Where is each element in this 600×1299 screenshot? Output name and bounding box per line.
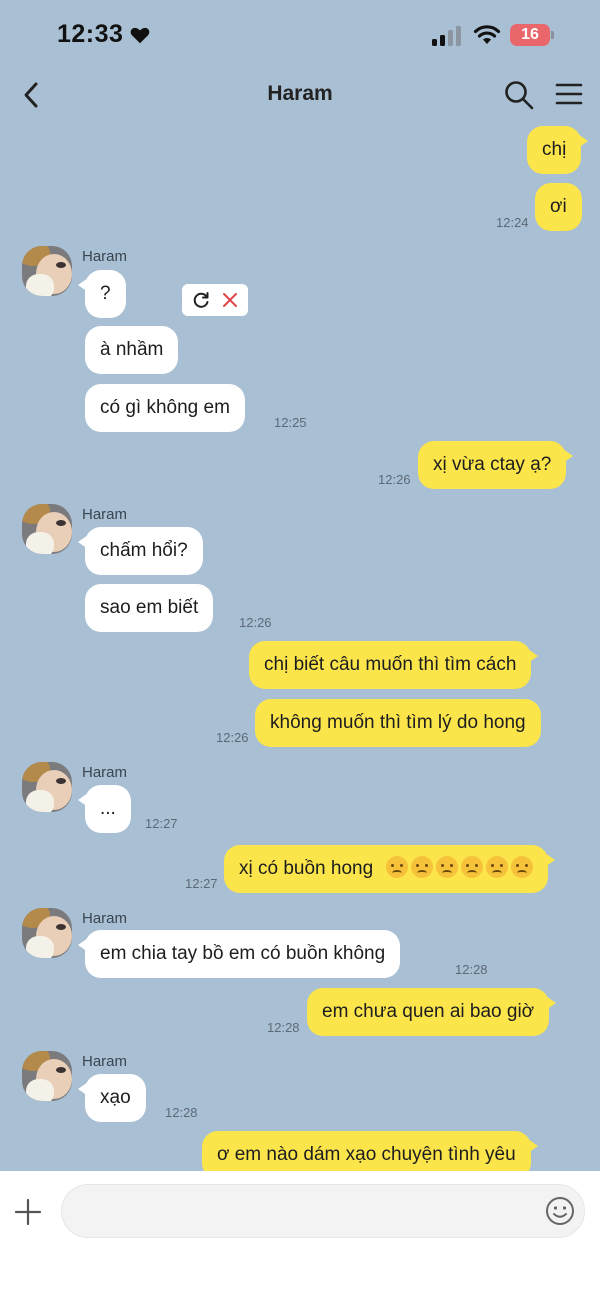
message-bubble[interactable]: xị có buồn hong [224,845,556,893]
battery-icon: 16 [510,24,554,46]
sad-emoji-icon [461,856,484,878]
avatar[interactable] [22,246,72,296]
wifi-icon [473,25,501,44]
sender-name: Haram [82,910,128,927]
message-time: 12:26 [378,472,411,487]
battery-level: 16 [521,26,539,43]
sender-name: Haram [82,506,128,523]
status-time: 12:33 [57,20,124,48]
message-bubble[interactable]: em chia tay bồ em có buồn không [77,930,401,978]
message-time: 12:28 [455,962,488,977]
message-time: 12:27 [145,816,178,831]
message-input-bar [0,1171,600,1299]
avatar[interactable] [22,908,72,958]
message-time: 12:25 [274,415,307,430]
sender-name: Haram [82,1053,128,1070]
sender-name: Haram [82,764,128,781]
message-bubble[interactable]: ... [78,785,131,833]
message-time: 12:26 [216,730,249,745]
sad-emoji-icon [511,856,534,878]
sad-emoji-icon [411,856,434,878]
sender-name: Haram [82,248,128,265]
message-input[interactable] [61,1184,585,1238]
avatar[interactable] [22,1051,72,1101]
message-bubble[interactable]: à nhầm [85,326,179,374]
message-bubble[interactable]: có gì không em [85,384,245,432]
delete-icon[interactable] [222,291,238,309]
message-bubble[interactable]: ơi [535,183,582,231]
message-text: xị có buồn hong [239,858,374,879]
cellular-signal-icon [432,26,461,46]
menu-icon[interactable] [555,81,583,107]
sad-emoji-icon [436,856,459,878]
battery-cap [551,31,554,39]
message-bubble[interactable]: chị [527,126,589,174]
message-bubble[interactable]: em chưa quen ai bao giờ [307,988,557,1036]
status-bar: 12:33 16 [0,0,600,70]
message-time: 12:24 [496,215,529,230]
message-bubble[interactable]: xạo [78,1074,146,1122]
message-bubble[interactable]: chị biết câu muốn thì tìm cách [249,641,539,689]
message-time: 12:26 [239,615,272,630]
emoji-icon[interactable] [544,1195,576,1227]
chat-header: Haram [0,70,600,120]
resend-icon[interactable] [192,291,210,309]
message-bubble[interactable]: không muốn thì tìm lý do hong [255,699,541,747]
avatar[interactable] [22,504,72,554]
sad-emoji-icon [386,856,409,878]
message-time: 12:27 [185,876,218,891]
message-bubble[interactable]: sao em biết [85,584,214,632]
sad-emoji-icon [486,856,509,878]
message-bubble[interactable]: ? [78,270,126,318]
message-time: 12:28 [267,1020,300,1035]
search-icon[interactable] [503,79,535,111]
message-bubble[interactable]: xị vừa ctay ạ? [418,441,574,489]
heart-icon [130,27,150,44]
message-bubble[interactable]: chấm hổi? [78,527,203,575]
failed-message-actions [182,284,248,316]
message-time: 12:28 [165,1105,198,1120]
avatar[interactable] [22,762,72,812]
plus-icon[interactable] [14,1198,42,1226]
